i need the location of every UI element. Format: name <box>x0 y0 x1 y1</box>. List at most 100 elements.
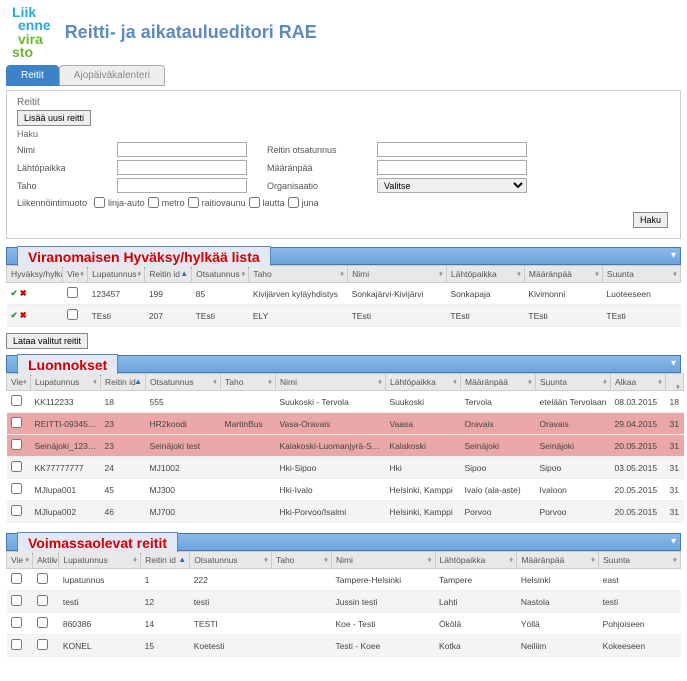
active-table: Vie♦Aktiivinen♦Lupatunnus♦Reitin id▲Otsa… <box>6 551 681 657</box>
col-header[interactable]: Suunta♦ <box>599 552 681 569</box>
row-checkbox[interactable] <box>11 573 22 584</box>
approve-table: Hyväksy/hylkää♦Vie♦Lupatunnus♦Reitin id▲… <box>6 265 681 327</box>
col-header[interactable]: Suunta♦ <box>536 374 611 391</box>
search-button[interactable]: Haku <box>633 212 668 228</box>
col-header[interactable]: Hyväksy/hylkää♦ <box>7 266 63 283</box>
panel-title: Reitit <box>17 97 670 108</box>
download-selected-button[interactable]: Lataa valitut reitit <box>6 333 88 349</box>
table-row: REITTI-093456muutos23HR2koodiMartinBusVa… <box>7 413 684 435</box>
input-nimi[interactable] <box>117 142 247 157</box>
label-taho: Taho <box>17 181 97 191</box>
col-header[interactable]: Taho♦ <box>271 552 331 569</box>
logo: Liik enne vira sto <box>12 6 51 59</box>
label-organisaatio: Organisaatio <box>267 181 357 191</box>
row-checkbox[interactable] <box>11 505 22 516</box>
col-header[interactable]: Määränpää♦ <box>461 374 536 391</box>
table-row: lupatunnus1222Tampere-HelsinkiTampereHel… <box>7 569 681 591</box>
label-liikennointimuoto: Liikennöintimuoto <box>17 198 87 208</box>
main-tabs: Reitit Ajopäiväkalenteri <box>6 65 687 86</box>
col-header[interactable]: Lupatunnus♦ <box>59 552 141 569</box>
table-row: KONEL15KoetestiTesti - KoeeKotkaNeiliimK… <box>7 635 681 657</box>
table-row: testi12testiJussin testiLahtiNastolatest… <box>7 591 681 613</box>
chk-ferry[interactable] <box>249 197 260 208</box>
active-checkbox[interactable] <box>37 639 48 650</box>
col-header[interactable]: Otsatunnus♦ <box>146 374 221 391</box>
input-reitin-otsatunnus[interactable] <box>377 142 527 157</box>
search-panel: Reitit Lisää uusi reitti Haku Nimi Reiti… <box>6 90 681 239</box>
active-checkbox[interactable] <box>37 573 48 584</box>
table-row: KK7777777724MJ1002Hki-SipooHkiSipooSipoo… <box>7 457 684 479</box>
chk-bus[interactable] <box>94 197 105 208</box>
banner-drafts: Luonnokset ▾ <box>6 355 681 373</box>
accept-icon[interactable]: ✔ <box>11 288 18 299</box>
tab-ajopaivakalenteri[interactable]: Ajopäiväkalenteri <box>59 65 165 86</box>
row-checkbox[interactable] <box>11 439 22 450</box>
banner-approve: Viranomaisen Hyväksy/hylkää lista ▾ <box>6 247 681 265</box>
table-row: 86038614TESTIKoe - TestiÖköläYölläPohjoi… <box>7 613 681 635</box>
col-header[interactable]: Otsatunnus♦ <box>192 266 249 283</box>
col-header[interactable]: Nimi♦ <box>348 266 447 283</box>
chk-train[interactable] <box>288 197 299 208</box>
reject-icon[interactable]: ✖ <box>20 288 27 299</box>
col-header[interactable]: Reitin id▲ <box>141 552 190 569</box>
row-checkbox[interactable] <box>67 287 78 298</box>
tab-reitit[interactable]: Reitit <box>6 65 59 86</box>
table-row: KK11223318555Suukoski - TervolaSuukoskiT… <box>7 391 684 413</box>
add-route-button[interactable]: Lisää uusi reitti <box>17 110 91 126</box>
row-checkbox[interactable] <box>11 417 22 428</box>
select-organisaatio[interactable]: Valitse <box>377 178 527 193</box>
reject-icon[interactable]: ✖ <box>20 310 27 321</box>
col-header[interactable]: Otsatunnus♦ <box>190 552 272 569</box>
table-row: MJlupa00246MJ700Hki-Porvoo/IsalmiHelsink… <box>7 501 684 523</box>
input-maaranpaa[interactable] <box>377 160 527 175</box>
active-checkbox[interactable] <box>37 595 48 606</box>
col-header[interactable]: Taho♦ <box>221 374 276 391</box>
haku-label: Haku <box>17 129 670 139</box>
banner-active: Voimassaolevat reitit ▾ <box>6 533 681 551</box>
col-header[interactable]: Nimi♦ <box>276 374 386 391</box>
table-row: MJlupa00145MJ300Hki-IvaloHelsinki, Kampp… <box>7 479 684 501</box>
label-nimi: Nimi <box>17 145 97 155</box>
col-header[interactable]: Lupatunnus♦ <box>88 266 145 283</box>
row-checkbox[interactable] <box>11 595 22 606</box>
input-lahtopaikka[interactable] <box>117 160 247 175</box>
active-checkbox[interactable] <box>37 617 48 628</box>
table-row: ✔✖12345719985Kivijärven kyläyhdistysSonk… <box>7 283 681 305</box>
label-reitin-otsatunnus: Reitin otsatunnus <box>267 145 357 155</box>
accept-icon[interactable]: ✔ <box>11 310 18 321</box>
collapse-icon[interactable]: ▾ <box>671 536 676 547</box>
drafts-table: Vie♦Lupatunnus♦Reitin id▲Otsatunnus♦Taho… <box>6 373 684 523</box>
collapse-icon[interactable]: ▾ <box>671 358 676 369</box>
input-taho[interactable] <box>117 178 247 193</box>
col-header[interactable]: Aktiivinen♦ <box>33 552 59 569</box>
label-maaranpaa: Määränpää <box>267 163 357 173</box>
table-row: Seinäjoki_12345623Seinäjoki testKalakosk… <box>7 435 684 457</box>
row-checkbox[interactable] <box>11 483 22 494</box>
table-row: ✔✖TEsti207TEstiELYTEstiTEstiTEstiTEsti <box>7 305 681 327</box>
row-checkbox[interactable] <box>11 639 22 650</box>
row-checkbox[interactable] <box>11 461 22 472</box>
col-header[interactable]: Lupatunnus♦ <box>31 374 101 391</box>
col-header[interactable]: Määränpää♦ <box>517 552 599 569</box>
row-checkbox[interactable] <box>11 617 22 628</box>
col-header[interactable]: Vie♦ <box>7 374 31 391</box>
row-checkbox[interactable] <box>67 309 78 320</box>
row-checkbox[interactable] <box>11 395 22 406</box>
col-header[interactable]: Lähtöpaikka♦ <box>386 374 461 391</box>
col-header[interactable]: Lähtöpaikka♦ <box>446 266 524 283</box>
col-header[interactable]: Lähtöpaikka♦ <box>435 552 517 569</box>
col-header[interactable]: Reitin id▲ <box>101 374 146 391</box>
col-header[interactable]: Taho♦ <box>249 266 348 283</box>
col-header[interactable]: Määränpää♦ <box>524 266 602 283</box>
col-header[interactable]: Vie♦ <box>63 266 88 283</box>
col-header[interactable]: Vie♦ <box>7 552 33 569</box>
col-header[interactable]: ♦ <box>666 374 684 391</box>
app-title: Reitti- ja aikataulueditori RAE <box>65 22 317 43</box>
col-header[interactable]: Reitin id▲ <box>145 266 192 283</box>
collapse-icon[interactable]: ▾ <box>671 250 676 261</box>
chk-metro[interactable] <box>148 197 159 208</box>
col-header[interactable]: Alkaa♦ <box>611 374 666 391</box>
col-header[interactable]: Nimi♦ <box>331 552 435 569</box>
col-header[interactable]: Suunta♦ <box>602 266 680 283</box>
chk-tram[interactable] <box>188 197 199 208</box>
